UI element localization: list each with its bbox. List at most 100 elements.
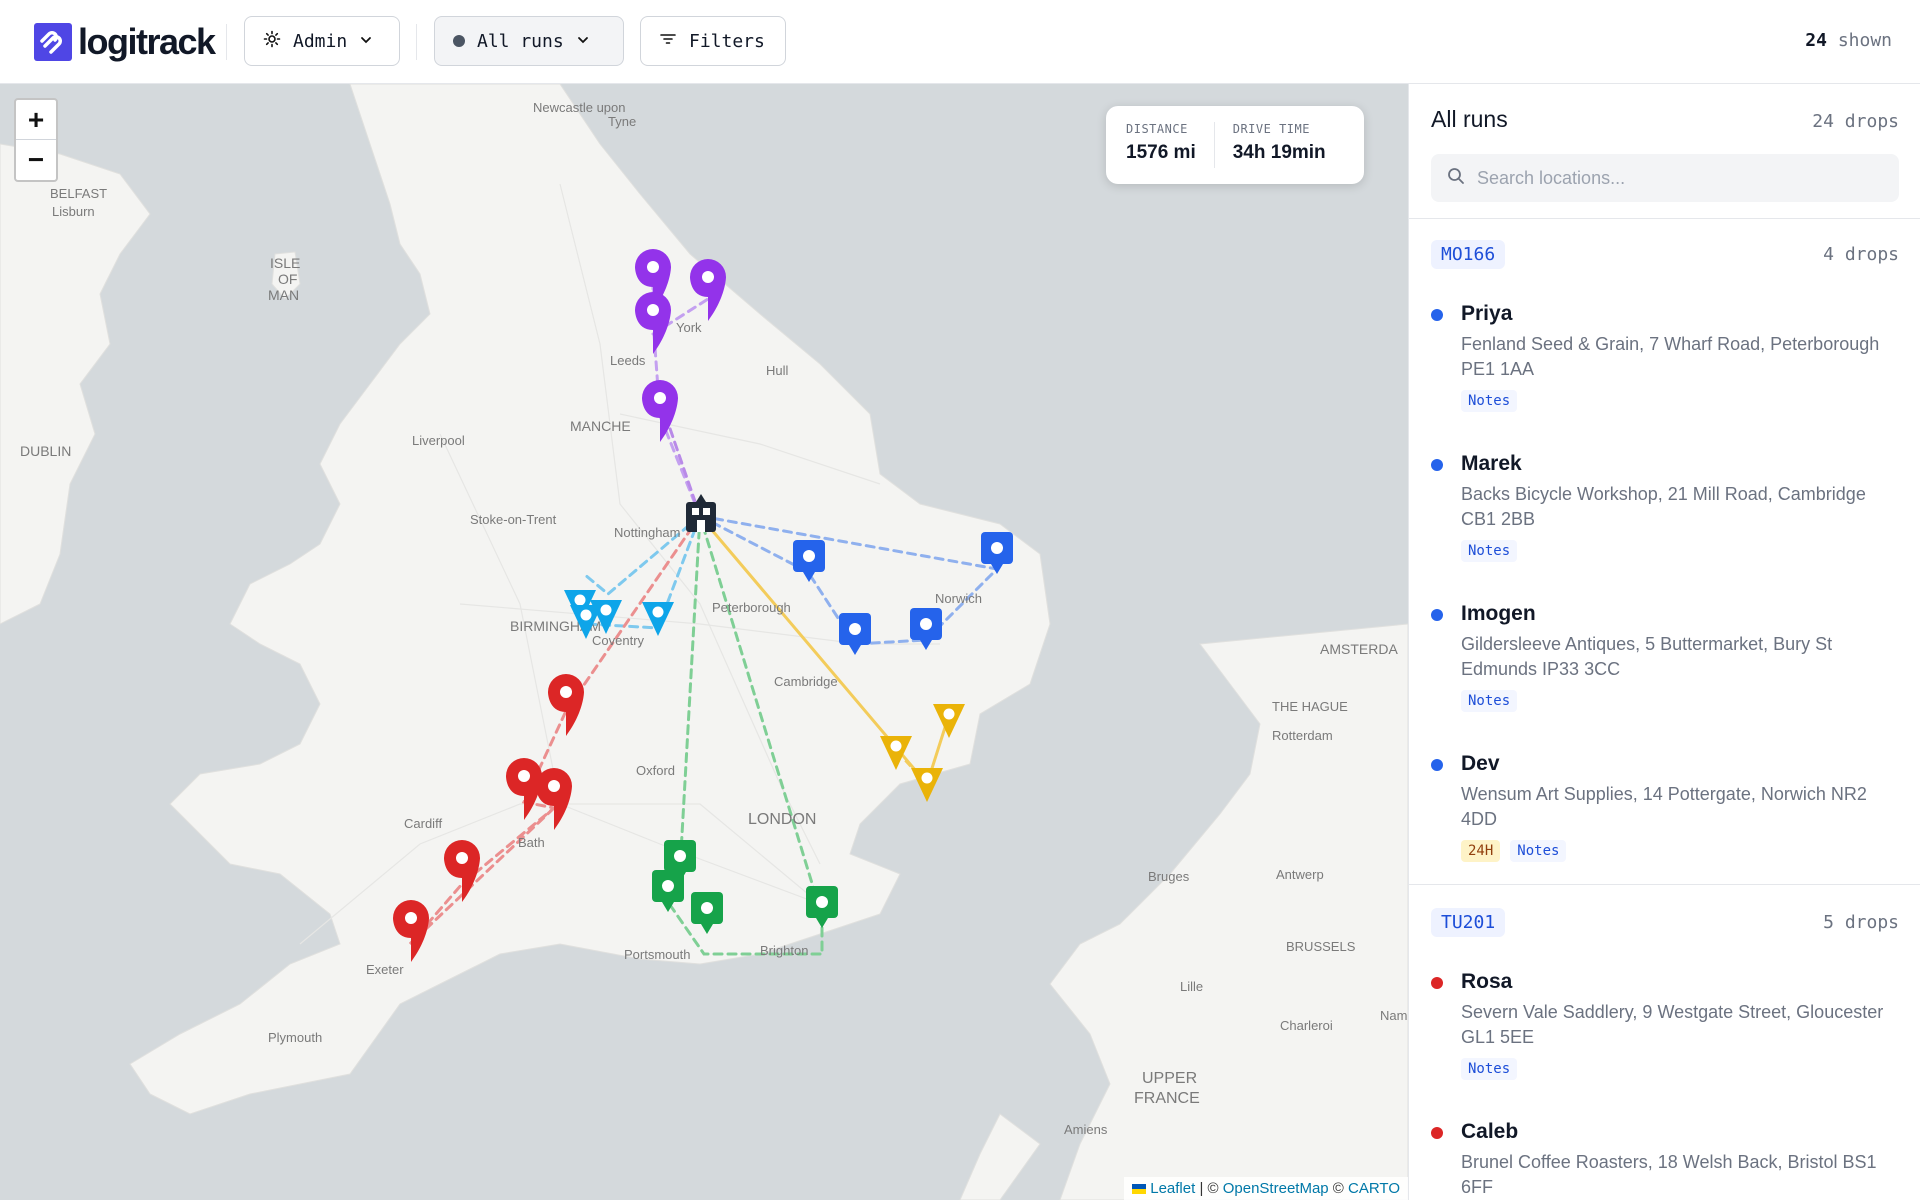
stop-name: Marek <box>1461 452 1522 475</box>
label-hague: THE HAGUE <box>1272 699 1348 714</box>
label-hull: Hull <box>766 363 789 378</box>
stop-address: Brunel Coffee Roasters, 18 Welsh Back, B… <box>1461 1152 1877 1197</box>
stop-item[interactable]: Priya Fenland Seed & Grain, 7 Wharf Road… <box>1431 302 1901 412</box>
stop-name: Imogen <box>1461 602 1536 625</box>
leaflet-link[interactable]: Leaflet <box>1150 1180 1195 1197</box>
stop-name: Priya <box>1461 302 1513 325</box>
label-bruges: Bruges <box>1148 869 1190 884</box>
app-logo[interactable]: logitrack <box>34 20 216 64</box>
label-lille: Lille <box>1180 979 1203 994</box>
sidebar-header: All runs 24 drops <box>1431 106 1899 133</box>
stop-address: Backs Bicycle Workshop, 21 Mill Road, Ca… <box>1461 484 1866 529</box>
map-view[interactable]: Newcastle upon Tyne BELFAST Lisburn ISLE… <box>0 84 1408 1200</box>
distance-value: 1576 mi <box>1126 142 1196 163</box>
stop-item[interactable]: Imogen Gildersleeve Antiques, 5 Butterma… <box>1431 602 1901 712</box>
notes-tag[interactable]: Notes <box>1461 690 1518 712</box>
shown-suffix: shown <box>1837 30 1892 51</box>
stop-address: Fenland Seed & Grain, 7 Wharf Road, Pete… <box>1461 334 1880 379</box>
stop-color-dot <box>1431 609 1443 621</box>
notes-tag[interactable]: Notes <box>1461 540 1518 562</box>
attribution-sep: | © <box>1195 1180 1223 1197</box>
app-name: logitrack <box>78 21 216 62</box>
search-box[interactable] <box>1431 154 1899 202</box>
label-norwich: Norwich <box>935 591 982 606</box>
search-input[interactable] <box>1477 167 1877 189</box>
label-brighton: Brighton <box>760 943 808 958</box>
triangle-marker <box>911 768 943 802</box>
filter-icon <box>659 30 677 53</box>
label-of: OF <box>278 271 297 287</box>
top-bar: logitrack Admin All runs Filters 24 show… <box>0 0 1920 84</box>
stop-item[interactable]: Caleb Brunel Coffee Roasters, 18 Welsh B… <box>1431 1120 1901 1200</box>
route-stats-card: DISTANCE 1576 mi DRIVE TIME 34h 19min <box>1106 106 1364 184</box>
label-man: MAN <box>268 287 299 303</box>
group-divider <box>1409 884 1920 885</box>
label-antwerp: Antwerp <box>1276 867 1324 882</box>
label-belfast: BELFAST <box>50 186 107 201</box>
label-leeds: Leeds <box>610 353 646 368</box>
stop-color-dot <box>1431 977 1443 989</box>
header-divider <box>416 24 417 60</box>
map-canvas: Newcastle upon Tyne BELFAST Lisburn ISLE… <box>0 84 1408 1200</box>
24h-tag[interactable]: 24H <box>1461 840 1501 862</box>
stop-address: Gildersleeve Antiques, 5 Buttermarket, B… <box>1461 634 1833 679</box>
stop-name: Dev <box>1461 752 1500 775</box>
run-drop-count: 4 drops <box>1823 244 1899 265</box>
notes-tag[interactable]: Notes <box>1461 390 1518 412</box>
run-drop-count: 5 drops <box>1823 912 1899 933</box>
stop-item[interactable]: Rosa Severn Vale Saddlery, 9 Westgate St… <box>1431 970 1901 1080</box>
zoom-out-button[interactable]: − <box>16 140 56 180</box>
label-manchester: MANCHE <box>570 418 631 434</box>
zoom-in-button[interactable]: + <box>16 100 56 140</box>
label-york: York <box>676 320 702 335</box>
notes-tag[interactable]: Notes <box>1510 840 1567 862</box>
notes-tag[interactable]: Notes <box>1461 1058 1518 1080</box>
label-amsterdam: AMSTERDA <box>1320 641 1398 657</box>
label-nam: Nam <box>1380 1008 1407 1023</box>
label-nottingham: Nottingham <box>614 525 680 540</box>
status-dot-icon <box>453 35 465 47</box>
distance-stat: DISTANCE 1576 mi <box>1126 122 1196 168</box>
chevron-down-icon <box>359 31 373 52</box>
label-london: LONDON <box>748 811 816 828</box>
runs-dropdown[interactable]: All runs <box>434 16 624 66</box>
label-amiens: Amiens <box>1064 1122 1108 1137</box>
label-charleroi: Charleroi <box>1280 1018 1333 1033</box>
shown-number: 24 <box>1805 30 1827 51</box>
stop-name: Rosa <box>1461 970 1513 993</box>
stop-item[interactable]: Dev Wensum Art Supplies, 14 Pottergate, … <box>1431 752 1901 862</box>
drive-time-value: 34h 19min <box>1232 142 1326 163</box>
label-peterborough: Peterborough <box>712 600 791 615</box>
label-plymouth: Plymouth <box>268 1030 322 1045</box>
logo-icon <box>34 23 72 61</box>
stop-color-dot <box>1431 459 1443 471</box>
run-group-header[interactable]: TU201 5 drops <box>1431 908 1899 937</box>
label-exeter: Exeter <box>366 962 404 977</box>
stop-color-dot <box>1431 1127 1443 1139</box>
label-isle: ISLE <box>270 255 300 271</box>
drive-time-label: DRIVE TIME <box>1232 122 1310 136</box>
label-dublin: DUBLIN <box>20 443 71 459</box>
filters-label: Filters <box>689 30 765 52</box>
distance-label: DISTANCE <box>1126 122 1188 136</box>
zoom-control: + − <box>14 98 58 182</box>
drive-time-stat: DRIVE TIME 34h 19min <box>1233 122 1326 168</box>
label-coventry: Coventry <box>592 633 645 648</box>
header-divider <box>226 24 227 60</box>
carto-link[interactable]: CARTO <box>1348 1180 1400 1197</box>
stop-address: Wensum Art Supplies, 14 Pottergate, Norw… <box>1461 784 1867 829</box>
stop-color-dot <box>1431 309 1443 321</box>
map-attribution: Leaflet | © OpenStreetMap © CARTO <box>1124 1177 1408 1200</box>
filters-button[interactable]: Filters <box>640 16 786 66</box>
label-cambridge: Cambridge <box>774 674 838 689</box>
search-icon <box>1447 167 1465 190</box>
role-label: Admin <box>293 30 348 52</box>
land-continent <box>1049 623 1408 1200</box>
stop-item[interactable]: Marek Backs Bicycle Workshop, 21 Mill Ro… <box>1431 452 1901 562</box>
run-group-header[interactable]: MO166 4 drops <box>1431 240 1899 269</box>
shown-count: 24 shown <box>1805 30 1892 51</box>
role-dropdown[interactable]: Admin <box>244 16 400 66</box>
label-cardiff: Cardiff <box>404 816 442 831</box>
osm-link[interactable]: OpenStreetMap <box>1223 1180 1329 1197</box>
sidebar-divider <box>1409 218 1920 219</box>
